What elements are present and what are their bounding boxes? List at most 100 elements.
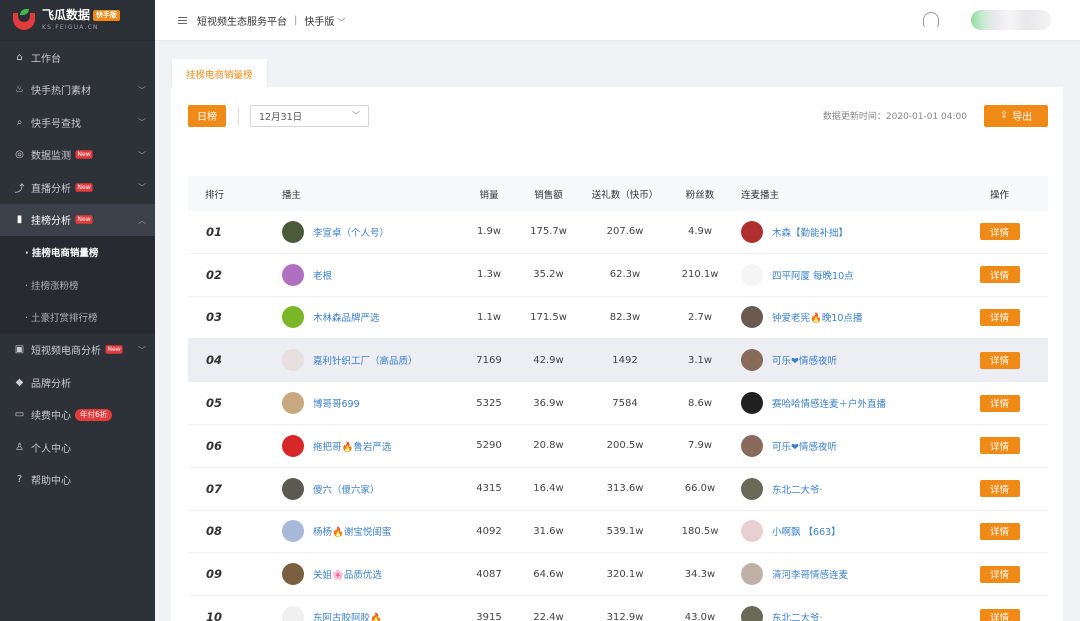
detail-button[interactable]: 详情 [979, 522, 1020, 540]
detail-button[interactable]: 详情 [979, 437, 1020, 455]
sidebar-item[interactable]: ♙ 个人中心 [0, 431, 155, 464]
export-label: 导出 [1012, 112, 1033, 123]
anchor-name[interactable]: 嘉利针织工厂（高品质） [313, 353, 418, 367]
detail-button[interactable]: 详情 [979, 223, 1020, 241]
linked-anchor-avatar [741, 220, 763, 243]
sidebar-item-label: 工作台 [31, 53, 61, 65]
amount: 171.5w [530, 311, 567, 323]
linked-anchor-cell[interactable]: 东北二大爷· [731, 477, 951, 500]
detail-button[interactable]: 详情 [979, 480, 1020, 498]
linked-anchor-cell[interactable]: 赛哈哈情感连麦＋户外直播 [731, 392, 951, 415]
logo[interactable]: 飞瓜数据 快手版 KS.FEIGUA.CN [0, 0, 155, 41]
sales: 5325 [476, 397, 502, 409]
linked-anchor-name[interactable]: 东北二大爷· [772, 482, 823, 496]
sidebar-subitem[interactable]: · 挂榜涨粉榜 [0, 268, 155, 301]
sidebar-item[interactable]: ? 帮助中心 [0, 464, 155, 497]
linked-anchor-cell[interactable]: 东北二大爷· [731, 606, 951, 621]
chevron-down-icon: ﹀ [352, 111, 360, 120]
linked-anchor-cell[interactable]: 四平阿厦 每晚10点 [731, 263, 951, 286]
anchor-name[interactable]: 木林森品牌严选 [313, 310, 380, 324]
linked-anchor-name[interactable]: 可乐❤情感夜听 [772, 353, 837, 367]
detail-button[interactable]: 详情 [979, 608, 1020, 621]
date-value: 12月31日 [259, 111, 303, 123]
anchor-name[interactable]: 拖把哥🔥鲁岩严选 [313, 439, 391, 453]
sidebar-item[interactable]: ⌕ 快手号查找 ﹀ [0, 106, 155, 139]
anchor-cell[interactable]: 傻六（傻六家） [282, 477, 462, 500]
headset-icon[interactable] [923, 12, 939, 28]
sidebar-item[interactable]: ▣ 短视频电商分析 New ﹀ [0, 334, 155, 367]
sidebar-item[interactable]: ⌂ 工作台 [0, 41, 155, 74]
sales: 7169 [476, 354, 502, 366]
detail-button[interactable]: 详情 [979, 394, 1020, 412]
linked-anchor-name[interactable]: 东北二大爷· [772, 610, 823, 621]
bag-icon: ▣ [14, 344, 25, 356]
date-select[interactable]: 12月31日 ﹀ [250, 104, 369, 127]
sidebar-item[interactable]: ◆ 品牌分析 [0, 366, 155, 399]
anchor-cell[interactable]: 杨杨🔥谢宝悦闺蜜 [282, 520, 462, 543]
table-row: 02 老根 1.3w 35.2w 62.3w 210.1w 四平阿厦 每晚10点 详情 [188, 254, 1048, 297]
anchor-name[interactable]: 杨杨🔥谢宝悦闺蜜 [313, 524, 391, 538]
linked-anchor-name[interactable]: 小啊飘 【663】 [772, 524, 841, 538]
sidebar-nav: ⌂ 工作台 ♨ 快手热门素材 ﹀ ⌕ 快手号查找 ﹀ ◎ 数据监测 New ﹀ ⤴ 直播分析 New ﹀ ▮ 挂榜… [0, 41, 155, 496]
chevron-down-icon: ﹀ [138, 345, 146, 355]
linked-anchor-name[interactable]: 清河李哥情感连麦 [772, 567, 848, 581]
detail-button[interactable]: 详情 [979, 266, 1020, 284]
fire-icon: ♨ [15, 84, 24, 96]
version-switcher[interactable]: 快手版 ﹀ [304, 13, 345, 28]
linked-anchor-name[interactable]: 赛哈哈情感连麦＋户外直播 [772, 396, 886, 410]
detail-button[interactable]: 详情 [979, 308, 1020, 326]
anchor-name[interactable]: 李宣卓（个人号） [313, 225, 389, 239]
anchor-name[interactable]: 关姐🌸品质优选 [313, 567, 382, 581]
sidebar-subitem[interactable]: · 土豪打赏排行榜 [0, 301, 155, 334]
sidebar-subitem[interactable]: · 挂榜电商销量榜 [0, 236, 155, 269]
sidebar-item[interactable]: ▮ 挂榜分析 New ︿ [0, 203, 155, 236]
linked-anchor-name[interactable]: 四平阿厦 每晚10点 [772, 268, 854, 282]
sales: 3915 [476, 611, 502, 621]
anchor-cell[interactable]: 嘉利针织工厂（高品质） [282, 349, 462, 372]
linked-anchor-cell[interactable]: 清河李哥情感连麦 [731, 563, 951, 586]
linked-anchor-avatar [741, 392, 763, 415]
tab-sales-ranking[interactable]: 挂榜电商销量榜 [171, 59, 268, 87]
sidebar-item[interactable]: ▭ 续费中心 年付6折 [0, 399, 155, 432]
anchor-name[interactable]: 傻六（傻六家） [313, 482, 380, 496]
amount: 64.6w [533, 568, 564, 580]
anchor-cell[interactable]: 老根 [282, 263, 462, 286]
main-content: 挂榜电商销量榜 日榜 12月31日 ﹀ 数据更新时间：2020-01-01 04… [171, 59, 1063, 621]
anchor-avatar [282, 563, 304, 586]
detail-button[interactable]: 详情 [979, 565, 1020, 583]
sidebar-item-label: 续费中心 [31, 411, 71, 423]
toolbar: 日榜 12月31日 ﹀ 数据更新时间：2020-01-01 04:00 ⇪ 导出 [188, 104, 1048, 127]
anchor-cell[interactable]: 拖把哥🔥鲁岩严选 [282, 434, 462, 457]
sidebar-item[interactable]: ⤴ 直播分析 New ﹀ [0, 171, 155, 204]
linked-anchor-cell[interactable]: 钟爱老宪🔥晚10点播 [731, 306, 951, 329]
table-row: 04 嘉利针织工厂（高品质） 7169 42.9w 1492 3.1w 可乐❤情感夜听 详情 [188, 339, 1048, 383]
linked-anchor-cell[interactable]: 小啊飘 【663】 [731, 520, 951, 543]
anchor-cell[interactable]: 东阿古胶阿胶🔥 [282, 606, 462, 621]
export-button[interactable]: ⇪ 导出 [984, 104, 1048, 127]
table-row: 09 关姐🌸品质优选 4087 64.6w 320.1w 34.3w 清河李哥情感连麦 详情 [188, 553, 1048, 597]
linked-anchor-name[interactable]: 可乐❤情感夜听 [772, 439, 837, 453]
anchor-name[interactable]: 东阿古胶阿胶🔥 [313, 610, 382, 621]
fans: 2.7w [687, 311, 713, 323]
sidebar-item[interactable]: ◎ 数据监测 New ﹀ [0, 139, 155, 172]
anchor-cell[interactable]: 关姐🌸品质优选 [282, 563, 462, 586]
sidebar-item-label: 个人中心 [31, 443, 71, 455]
anchor-name[interactable]: 老根 [313, 268, 332, 282]
anchor-name[interactable]: 博哥哥699 [313, 396, 360, 410]
menu-toggle-icon[interactable] [178, 16, 187, 24]
anchor-cell[interactable]: 李宣卓（个人号） [282, 220, 462, 243]
rank: 08 [206, 524, 223, 539]
daily-ranking-button[interactable]: 日榜 [188, 104, 226, 127]
anchor-cell[interactable]: 博哥哥699 [282, 392, 462, 415]
linked-anchor-cell[interactable]: 可乐❤情感夜听 [731, 434, 951, 457]
user-avatar[interactable] [971, 10, 1051, 30]
col-operation: 操作 [989, 189, 1009, 201]
linked-anchor-name[interactable]: 木森【勤能补拙】 [772, 225, 848, 239]
linked-anchor-name[interactable]: 钟爱老宪🔥晚10点播 [772, 310, 862, 324]
linked-anchor-cell[interactable]: 可乐❤情感夜听 [731, 349, 951, 372]
sidebar-item[interactable]: ♨ 快手热门素材 ﹀ [0, 74, 155, 107]
anchor-cell[interactable]: 木林森品牌严选 [282, 306, 462, 329]
detail-button[interactable]: 详情 [979, 351, 1020, 369]
linked-anchor-cell[interactable]: 木森【勤能补拙】 [731, 220, 951, 243]
amount: 42.9w [533, 354, 564, 366]
